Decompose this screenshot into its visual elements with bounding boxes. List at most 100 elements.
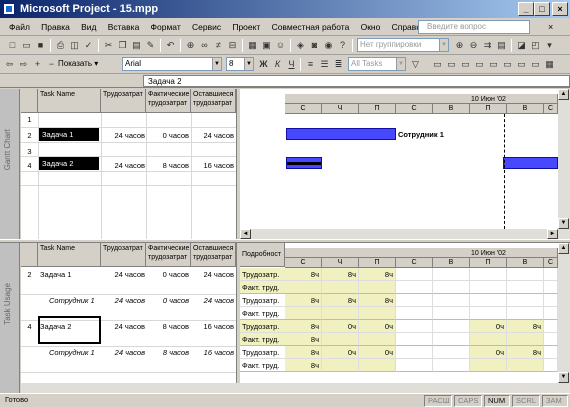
usage-header-remaining[interactable]: Оставшиеся трудозатрат <box>191 243 236 267</box>
gantt-header-remaining[interactable]: Оставшиеся трудозатрат <box>191 89 236 113</box>
font-combo[interactable]: Arial ▼ <box>122 57 222 71</box>
font-size-combo[interactable]: 8 ▼ <box>226 57 254 71</box>
view-icon-9[interactable]: ▦ <box>544 59 555 70</box>
unlink-tasks-icon[interactable]: ≠ <box>213 40 224 51</box>
menu-format[interactable]: Формат <box>151 18 181 36</box>
gantt-vscroll[interactable]: ▲ ▼ <box>558 89 570 229</box>
usage-view-bar[interactable]: Task Usage <box>0 243 20 393</box>
copy-picture-icon[interactable]: ◙ <box>309 40 320 51</box>
actual-value-cell[interactable] <box>507 307 544 320</box>
actual-work-cell[interactable]: 0 часов <box>147 270 189 279</box>
task-name-cell[interactable]: Задача 2 <box>39 156 99 170</box>
group-by-combo[interactable]: Нет группировки ▼ <box>357 38 449 52</box>
chevron-down-icon[interactable]: ▼ <box>396 58 405 70</box>
actual-value-cell[interactable] <box>507 359 544 372</box>
work-value-cell[interactable]: 0ч <box>359 346 396 359</box>
actual-value-cell[interactable] <box>285 307 322 320</box>
paste-icon[interactable]: ▤ <box>131 40 142 51</box>
actual-value-cell[interactable] <box>359 307 396 320</box>
print-preview-icon[interactable]: ◫ <box>69 40 80 51</box>
actual-value-cell[interactable] <box>470 333 507 346</box>
usage-header-work[interactable]: Трудозатрат <box>101 243 146 267</box>
remaining-work-cell[interactable]: 16 часов <box>192 322 235 331</box>
work-value-cell[interactable] <box>470 294 507 307</box>
work-value-cell[interactable] <box>544 320 558 333</box>
open-icon[interactable]: ▭ <box>21 40 32 51</box>
chart-wizard-icon[interactable]: ◪ <box>516 40 527 51</box>
actual-value-cell[interactable] <box>544 333 558 346</box>
actual-value-cell[interactable] <box>507 333 544 346</box>
row-id[interactable]: 4 <box>21 322 38 331</box>
remaining-work-cell[interactable]: 24 часов <box>192 131 235 140</box>
view-icon-3[interactable]: ▭ <box>460 59 471 70</box>
chevron-down-icon[interactable]: ▼ <box>439 39 448 51</box>
work-value-cell[interactable]: 8ч <box>322 294 359 307</box>
work-value-cell[interactable]: 0ч <box>470 346 507 359</box>
work-value-cell[interactable] <box>433 294 470 307</box>
work-value-cell[interactable] <box>507 268 544 281</box>
tracking-icon[interactable]: ◰ <box>530 40 541 51</box>
menu-window[interactable]: Окно <box>361 18 381 36</box>
actual-work-cell[interactable]: 0 часов <box>147 131 189 140</box>
work-value-cell[interactable]: 8ч <box>285 268 322 281</box>
bold-button[interactable]: Ж <box>258 59 269 70</box>
view-icon-8[interactable]: ▭ <box>530 59 541 70</box>
align-center-icon[interactable]: ☰ <box>319 59 330 70</box>
actual-value-cell[interactable] <box>470 281 507 294</box>
filter-combo[interactable]: All Tasks ▼ <box>348 57 406 71</box>
actual-work-cell[interactable]: 8 часов <box>147 322 189 331</box>
usage-header-actual[interactable]: Фактические трудозатрат <box>146 243 191 267</box>
web-icon[interactable]: ◉ <box>323 40 334 51</box>
align-right-icon[interactable]: ≣ <box>333 59 344 70</box>
work-value-cell[interactable]: 0ч <box>322 346 359 359</box>
view-icon-6[interactable]: ▭ <box>502 59 513 70</box>
work-value-cell[interactable]: 8ч <box>359 268 396 281</box>
gantt-hscroll[interactable]: ◄ ► <box>240 229 570 239</box>
menu-collaborate[interactable]: Совместная работа <box>272 18 350 36</box>
work-value-cell[interactable]: 8ч <box>507 320 544 333</box>
work-cell[interactable]: 24 часов <box>103 322 146 331</box>
task-info-icon[interactable]: ▦ <box>247 40 258 51</box>
work-value-cell[interactable]: 8ч <box>285 320 322 333</box>
work-value-cell[interactable]: 8ч <box>322 268 359 281</box>
remaining-work-cell[interactable]: 16 часов <box>192 348 234 357</box>
work-value-cell[interactable] <box>544 294 558 307</box>
view-icon-7[interactable]: ▭ <box>516 59 527 70</box>
menu-view[interactable]: Вид <box>81 18 96 36</box>
actual-value-cell[interactable] <box>396 333 433 346</box>
zoom-in-icon[interactable]: ⊕ <box>454 40 465 51</box>
actual-value-cell[interactable] <box>322 307 359 320</box>
show-button[interactable]: Показать ▾ <box>58 59 98 68</box>
gantt-header-id[interactable] <box>21 89 38 113</box>
work-value-cell[interactable]: 8ч <box>285 294 322 307</box>
entry-field[interactable]: Задача 2 <box>143 75 570 87</box>
task-name-cell[interactable]: Сотрудник 1 <box>49 296 109 305</box>
actual-value-cell[interactable] <box>470 359 507 372</box>
actual-value-cell[interactable] <box>433 359 470 372</box>
task-notes-icon[interactable]: ▣ <box>261 40 272 51</box>
work-value-cell[interactable] <box>544 268 558 281</box>
actual-value-cell[interactable] <box>507 281 544 294</box>
arrow-right-icon[interactable]: ⇨ <box>18 59 29 70</box>
actual-value-cell[interactable] <box>322 281 359 294</box>
new-icon[interactable]: □ <box>7 40 18 51</box>
format-painter-icon[interactable]: ✎ <box>145 40 156 51</box>
work-value-cell[interactable] <box>396 320 433 333</box>
work-value-cell[interactable]: 0ч <box>359 320 396 333</box>
actual-value-cell[interactable] <box>322 359 359 372</box>
view-icon-4[interactable]: ▭ <box>474 59 485 70</box>
usage-header-id[interactable] <box>21 243 38 267</box>
actual-value-cell[interactable] <box>433 281 470 294</box>
row-id[interactable]: 1 <box>21 115 38 124</box>
zoom-out-icon[interactable]: ⊖ <box>468 40 479 51</box>
details-header[interactable]: Подробност <box>240 243 285 267</box>
help-close-icon[interactable]: × <box>548 22 553 32</box>
task-name-cell[interactable]: Задача 1 <box>39 127 99 141</box>
view-icon-2[interactable]: ▭ <box>446 59 457 70</box>
actual-value-cell[interactable] <box>359 333 396 346</box>
work-value-cell[interactable]: 0ч <box>322 320 359 333</box>
menu-edit[interactable]: Правка <box>41 18 70 36</box>
split-task-icon[interactable]: ⊟ <box>227 40 238 51</box>
undo-icon[interactable]: ↶ <box>165 40 176 51</box>
actual-work-cell[interactable]: 8 часов <box>147 161 189 170</box>
